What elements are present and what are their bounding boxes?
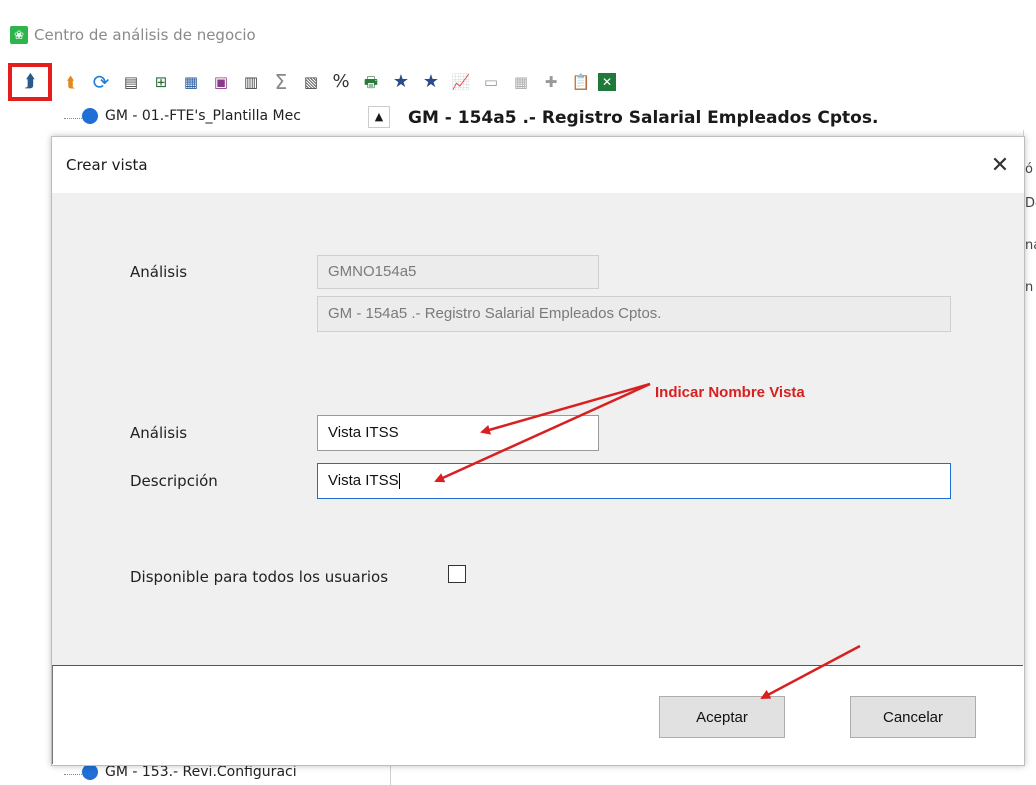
clipboard-icon[interactable]: 📋 [568,69,594,95]
tree-item-label: GM - 01.-FTE's_Plantilla Mec [105,108,301,124]
scroll-up-arrow[interactable]: ▲ [368,106,390,128]
tree-item[interactable]: GM - 153.- Revi.Configuraci [82,764,297,780]
splitter[interactable] [390,763,391,785]
app-logo-icon: ❀ [10,26,28,44]
view-description-input[interactable]: Vista ITSS [317,463,951,499]
toolbar: ⮭ ⮬ ⟳ ▤ ⊞ ▦ ▣ ▥ Σ ▧ % 🖶 ★ ★ 📈 ▭ ▦ ✚ 📋 ✕ [8,62,1022,102]
view-name-label: Análisis [130,424,188,442]
text-caret [398,473,400,490]
close-icon[interactable]: ✕ [976,141,1024,189]
analysis-code-label: Análisis [130,263,188,281]
analysis-code-field: GMNO154a5 [317,255,599,289]
dialog-title: Crear vista [66,156,148,174]
export-icon[interactable]: ▦ [178,69,204,95]
dialog-titlebar: Crear vista ✕ [52,137,1024,193]
percent-icon[interactable]: % [328,69,354,95]
create-view-dialog: Crear vista ✕ Análisis GMNO154a5 GM - 15… [51,136,1025,766]
excel-icon[interactable]: ✕ [598,73,616,91]
print-icon[interactable]: 🖶 [358,69,384,95]
fragment-text: De [1025,196,1036,211]
tree-connector [64,118,82,119]
fragment-text: na [1025,238,1036,253]
grid-icon[interactable]: ▦ [508,69,534,95]
analysis-header: GM - 154a5 .- Registro Salarial Empleado… [408,108,879,128]
import-icon[interactable]: ⮬ [58,69,84,95]
fragment-text: n [1025,280,1034,295]
accept-button[interactable]: Aceptar [659,696,785,738]
puzzle-icon[interactable]: ✚ [538,69,564,95]
available-all-users-checkbox[interactable] [448,565,466,583]
tree-connector [64,774,82,775]
available-all-users-label: Disponible para todos los usuarios [130,568,389,586]
dialog-body: Análisis GMNO154a5 GM - 154a5 .- Registr… [52,193,1024,665]
sum-icon[interactable]: Σ [268,69,294,95]
tree-item-label: GM - 153.- Revi.Configuraci [105,764,297,780]
tree-item[interactable]: GM - 01.-FTE's_Plantilla Mec [82,108,301,124]
view-name-input[interactable]: Vista ITSS [317,415,599,451]
window-icon[interactable]: ▭ [478,69,504,95]
calendar-icon[interactable]: ▣ [208,69,234,95]
app-title: Centro de análisis de negocio [34,26,256,44]
tree-node-icon [82,764,98,780]
create-view-icon[interactable]: ⮭ [8,63,52,101]
analysis-description-field: GM - 154a5 .- Registro Salarial Empleado… [317,296,951,332]
table-icon[interactable]: ▥ [238,69,264,95]
app-titlebar: ❀ Centro de análisis de negocio [10,20,1030,50]
refresh-icon[interactable]: ⟳ [88,69,114,95]
cancel-button[interactable]: Cancelar [850,696,976,738]
tree-node-icon [82,108,98,124]
dialog-footer: Aceptar Cancelar [52,665,1023,764]
report-icon[interactable]: ▧ [298,69,324,95]
view-description-value: Vista ITSS [328,472,399,489]
chart-icon[interactable]: 📈 [448,69,474,95]
tree-icon[interactable]: ⊞ [148,69,174,95]
fragment-text: ó [1025,162,1033,177]
remove-favorite-icon[interactable]: ★ [418,69,444,95]
view-description-label: Descripción [130,472,218,490]
list-icon[interactable]: ▤ [118,69,144,95]
favorite-icon[interactable]: ★ [388,69,414,95]
annotation-label: Indicar Nombre Vista [655,384,805,401]
